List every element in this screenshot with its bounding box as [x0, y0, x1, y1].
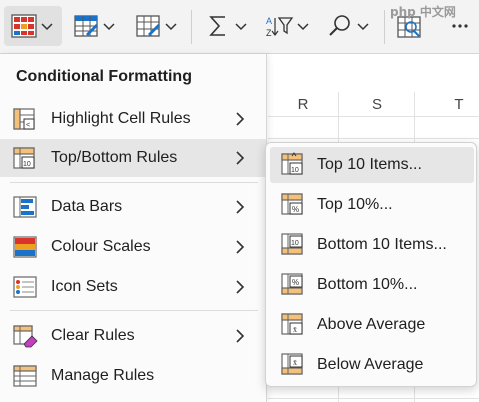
svg-text:10: 10	[291, 167, 299, 174]
column-header[interactable]: S	[346, 92, 408, 116]
menu-item-data-bars[interactable]: Data Bars	[0, 188, 266, 226]
submenu-item-label: Bottom 10 Items...	[317, 236, 447, 253]
top-bottom-rules-icon: 10	[13, 147, 35, 169]
menu-item-manage-rules[interactable]: Manage Rules	[0, 357, 266, 395]
column-header[interactable]: R	[272, 92, 334, 116]
submenu-item-label: Below Average	[317, 356, 424, 373]
gridline	[268, 398, 479, 399]
chevron-down-icon	[41, 23, 53, 31]
manage-rules-icon	[13, 365, 37, 387]
highlight-cell-rules-icon: <	[13, 108, 35, 130]
clear-rules-icon	[13, 325, 38, 348]
column-header[interactable]: T	[428, 92, 479, 116]
submenu-item-label: Bottom 10%...	[317, 276, 418, 293]
submenu-item-label: Top 10 Items...	[317, 156, 422, 173]
find-select-icon	[329, 15, 350, 36]
gridline	[268, 116, 479, 117]
menu-item-label: Data Bars	[51, 198, 123, 215]
svg-text:%: %	[292, 205, 299, 214]
menu-item-label: Highlight Cell Rules	[51, 110, 191, 127]
svg-text:10: 10	[291, 240, 299, 247]
chevron-down-icon	[297, 23, 309, 31]
menu-divider	[10, 182, 258, 183]
svg-text:x̄: x̄	[293, 325, 297, 334]
cell-styles-button[interactable]	[134, 6, 184, 46]
colour-scales-icon	[13, 236, 37, 258]
menu-item-colour-scales[interactable]: Colour Scales	[0, 228, 266, 266]
chevron-right-icon	[236, 112, 245, 126]
svg-text:Z: Z	[266, 28, 272, 38]
top-bottom-rules-submenu: 10 Top 10 Items... % Top 10%... 10 Botto…	[265, 142, 477, 387]
menu-item-label: Icon Sets	[51, 278, 118, 295]
watermark: php 中文网	[390, 5, 456, 19]
data-bars-icon	[13, 196, 37, 218]
gridline	[268, 138, 479, 139]
sort-filter-icon: A Z	[266, 16, 294, 38]
menu-title: Conditional Formatting	[16, 68, 192, 85]
menu-item-label: Manage Rules	[51, 367, 155, 384]
format-as-table-icon	[74, 15, 98, 37]
submenu-item-top-10-items[interactable]: 10 Top 10 Items...	[270, 147, 474, 183]
submenu-item-above-average[interactable]: x̄ Above Average	[270, 307, 474, 343]
menu-divider	[10, 310, 258, 311]
svg-text:10: 10	[23, 161, 31, 168]
chevron-right-icon	[236, 200, 245, 214]
submenu-item-bottom-10-percent[interactable]: % Bottom 10%...	[270, 267, 474, 303]
svg-text:A: A	[266, 16, 272, 26]
find-select-button[interactable]	[326, 6, 376, 46]
menu-item-label: Colour Scales	[51, 238, 151, 255]
ribbon-toolbar: A Z php 中文网	[0, 0, 479, 54]
icon-sets-icon	[13, 276, 37, 298]
below-average-icon: x̄	[281, 353, 303, 375]
conditional-formatting-icon	[11, 14, 37, 38]
menu-item-label: Clear Rules	[51, 327, 135, 344]
submenu-item-label: Top 10%...	[317, 196, 393, 213]
menu-item-highlight-cell-rules[interactable]: < Highlight Cell Rules	[0, 100, 266, 138]
svg-text:%: %	[292, 278, 299, 287]
chevron-down-icon	[235, 23, 247, 31]
svg-text:x̄: x̄	[293, 358, 297, 367]
cell-styles-icon	[136, 15, 160, 37]
autosum-button[interactable]	[204, 6, 254, 46]
bottom-10-items-icon: 10	[281, 233, 303, 255]
top-10-percent-icon: %	[281, 193, 303, 215]
chevron-right-icon	[236, 151, 245, 165]
conditional-formatting-menu: Conditional Formatting < Highlight Cell …	[0, 54, 267, 402]
toolbar-divider	[384, 10, 385, 44]
toolbar-divider	[191, 10, 192, 44]
format-as-table-button[interactable]	[72, 6, 122, 46]
chevron-down-icon	[103, 23, 115, 31]
chevron-right-icon	[236, 329, 245, 343]
submenu-item-bottom-10-items[interactable]: 10 Bottom 10 Items...	[270, 227, 474, 263]
svg-text:<: <	[26, 122, 30, 129]
bottom-10-percent-icon: %	[281, 273, 303, 295]
submenu-item-below-average[interactable]: x̄ Below Average	[270, 347, 474, 383]
menu-item-label: Top/Bottom Rules	[51, 149, 178, 166]
above-average-icon: x̄	[281, 313, 303, 335]
submenu-item-label: Above Average	[317, 316, 426, 333]
menu-item-clear-rules[interactable]: Clear Rules	[0, 317, 266, 355]
chevron-down-icon	[165, 23, 177, 31]
menu-item-top-bottom-rules[interactable]: 10 Top/Bottom Rules	[0, 139, 266, 177]
menu-item-icon-sets[interactable]: Icon Sets	[0, 268, 266, 306]
autosum-icon	[209, 16, 225, 36]
chevron-down-icon	[357, 23, 369, 31]
sort-filter-button[interactable]: A Z	[264, 6, 316, 46]
chevron-right-icon	[236, 280, 245, 294]
chevron-right-icon	[236, 240, 245, 254]
submenu-item-top-10-percent[interactable]: % Top 10%...	[270, 187, 474, 223]
conditional-formatting-button[interactable]	[4, 6, 62, 46]
top-10-items-icon: 10	[281, 152, 303, 175]
